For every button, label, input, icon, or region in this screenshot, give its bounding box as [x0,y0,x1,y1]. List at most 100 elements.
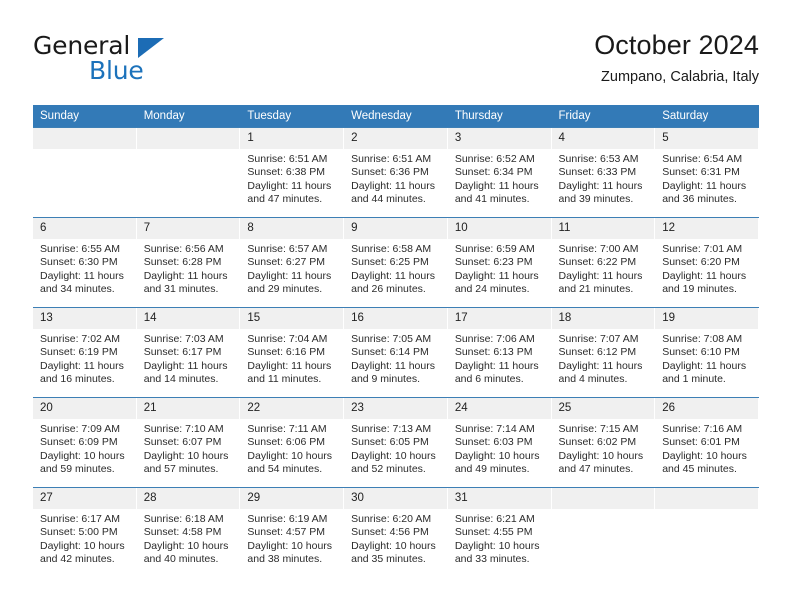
calendar-day-cell[interactable]: 15 Sunrise: 7:04 AM Sunset: 6:16 PM Dayligh… [240,308,345,397]
weekday-header-tuesday: Tuesday [240,105,345,128]
day-number: 11 [551,218,655,239]
daylight-text-line2: and 11 minutes. [247,372,322,385]
daylight-text-line1: Daylight: 11 hours [247,359,332,372]
calendar-day-cell[interactable]: 9 Sunrise: 6:58 AM Sunset: 6:25 PM Daylight… [344,218,448,307]
day-number: 1 [240,128,344,149]
day-details: Sunrise: 7:03 AM Sunset: 6:17 PM Daylight:… [137,329,240,386]
sunrise-text: Sunrise: 6:52 AM [454,153,535,165]
day-details: Sunrise: 6:54 AM Sunset: 6:31 PM Daylight:… [655,149,758,206]
sunrise-text: Sunrise: 7:09 AM [40,423,120,435]
daylight-text-line2: and 36 minutes. [662,192,737,205]
sunrise-text: Sunrise: 7:04 AM [247,333,328,345]
calendar-day-cell[interactable]: 26 Sunrise: 7:16 AM Sunset: 6:01 PM Dayligh… [655,398,759,487]
sunset-text: Sunset: 6:20 PM [662,256,740,269]
sunrise-text: Sunrise: 7:08 AM [662,333,743,345]
sunrise-text: Sunrise: 7:03 AM [143,333,224,345]
logo-triangle-icon [138,38,164,58]
day-details: Sunrise: 6:55 AM Sunset: 6:30 PM Daylight:… [33,239,136,296]
daylight-text-line2: and 40 minutes. [143,552,219,565]
day-number [655,488,758,509]
calendar-day-cell[interactable]: 31 Sunrise: 6:21 AM Sunset: 4:55 PM Dayligh… [447,488,552,577]
sunset-text: Sunset: 6:36 PM [351,166,429,179]
calendar-day-cell[interactable]: 10 Sunrise: 6:59 AM Sunset: 6:23 PM Dayligh… [447,218,552,307]
calendar-day-cell[interactable]: 17 Sunrise: 7:06 AM Sunset: 6:13 PM Dayligh… [447,308,552,397]
calendar-day-cell[interactable]: 13 Sunrise: 7:02 AM Sunset: 6:19 PM Dayligh… [33,308,137,397]
day-number: 24 [447,398,551,419]
calendar-week-row: 13 Sunrise: 7:02 AM Sunset: 6:19 PM Dayligh… [33,307,759,398]
daylight-text-line1: Daylight: 11 hours [143,359,228,372]
calendar-day-cell[interactable]: 2 Sunrise: 6:51 AM Sunset: 6:36 PM Daylight… [344,128,448,217]
calendar-day-cell[interactable]: 1 Sunrise: 6:51 AM Sunset: 6:38 PM Daylight… [240,128,345,217]
calendar-day-cell[interactable]: 3 Sunrise: 6:52 AM Sunset: 6:34 PM Daylight… [447,128,552,217]
calendar-day-cell[interactable]: 5 Sunrise: 6:54 AM Sunset: 6:31 PM Daylight… [655,128,759,217]
daylight-text-line1: Daylight: 11 hours [247,269,332,282]
generalblue-logo[interactable]: General Blue [33,32,273,90]
sunset-text: Sunset: 6:31 PM [662,166,740,179]
day-details: Sunrise: 7:01 AM Sunset: 6:20 PM Daylight:… [655,239,758,296]
calendar-day-cell[interactable]: 21 Sunrise: 7:10 AM Sunset: 6:07 PM Dayligh… [136,398,241,487]
daylight-text-line1: Daylight: 10 hours [143,539,229,552]
day-details: Sunrise: 7:09 AM Sunset: 6:09 PM Daylight:… [33,419,136,476]
day-details: Sunrise: 7:05 AM Sunset: 6:14 PM Daylight:… [344,329,447,386]
sunset-text: Sunset: 6:22 PM [558,256,637,269]
calendar-day-cell[interactable]: 28 Sunrise: 6:18 AM Sunset: 4:58 PM Dayligh… [136,488,241,577]
sunset-text: Sunset: 6:10 PM [662,346,740,359]
sunrise-text: Sunrise: 6:56 AM [143,243,224,255]
calendar-day-cell[interactable]: 8 Sunrise: 6:57 AM Sunset: 6:27 PM Daylight… [240,218,345,307]
day-number: 27 [33,488,136,509]
daylight-text-line1: Daylight: 10 hours [351,449,436,462]
calendar-day-cell[interactable]: 11 Sunrise: 7:00 AM Sunset: 6:22 PM Dayligh… [551,218,656,307]
day-details: Sunrise: 6:17 AM Sunset: 5:00 PM Daylight:… [33,509,136,566]
daylight-text-line2: and 49 minutes. [454,462,530,475]
calendar-day-cell[interactable]: 16 Sunrise: 7:05 AM Sunset: 6:14 PM Dayligh… [344,308,448,397]
day-number: 21 [136,398,240,419]
daylight-text-line2: and 1 minute. [662,372,726,385]
daylight-text-line1: Daylight: 10 hours [247,449,333,462]
calendar-day-cell[interactable]: 4 Sunrise: 6:53 AM Sunset: 6:33 PM Daylight… [551,128,656,217]
sunrise-text: Sunrise: 6:54 AM [662,153,743,165]
daylight-text-line2: and 26 minutes. [351,282,426,295]
day-number: 20 [33,398,136,419]
calendar-day-cell[interactable]: 22 Sunrise: 7:11 AM Sunset: 6:06 PM Dayligh… [240,398,345,487]
calendar-day-cell[interactable]: 7 Sunrise: 6:56 AM Sunset: 6:28 PM Daylight… [136,218,241,307]
calendar-day-cell[interactable]: 6 Sunrise: 6:55 AM Sunset: 6:30 PM Daylight… [33,218,137,307]
calendar-day-cell[interactable]: 24 Sunrise: 7:14 AM Sunset: 6:03 PM Dayligh… [447,398,552,487]
day-number: 17 [447,308,551,329]
sunrise-text: Sunrise: 7:10 AM [143,423,224,435]
calendar-day-cell[interactable]: 30 Sunrise: 6:20 AM Sunset: 4:56 PM Dayligh… [344,488,448,577]
daylight-text-line1: Daylight: 11 hours [351,269,435,282]
day-number: 16 [344,308,447,329]
sunrise-text: Sunrise: 6:20 AM [351,513,432,525]
calendar-day-cell[interactable]: 29 Sunrise: 6:19 AM Sunset: 4:57 PM Dayligh… [240,488,345,577]
sunrise-text: Sunrise: 7:13 AM [351,423,432,435]
day-details: Sunrise: 7:02 AM Sunset: 6:19 PM Daylight:… [33,329,136,386]
sunset-text: Sunset: 4:57 PM [247,526,326,539]
daylight-text-line1: Daylight: 11 hours [40,269,124,282]
sunset-text: Sunset: 6:34 PM [454,166,533,179]
daylight-text-line2: and 57 minutes. [143,462,219,475]
day-details: Sunrise: 6:20 AM Sunset: 4:56 PM Daylight:… [344,509,447,566]
calendar-day-cell[interactable]: 12 Sunrise: 7:01 AM Sunset: 6:20 PM Dayligh… [655,218,759,307]
calendar-day-cell[interactable]: 25 Sunrise: 7:15 AM Sunset: 6:02 PM Dayligh… [551,398,656,487]
daylight-text-line1: Daylight: 10 hours [40,449,125,462]
day-details: Sunrise: 7:16 AM Sunset: 6:01 PM Daylight:… [655,419,758,476]
daylight-text-line1: Daylight: 11 hours [662,269,747,282]
calendar-day-cell[interactable]: 19 Sunrise: 7:08 AM Sunset: 6:10 PM Dayligh… [655,308,759,397]
day-number [33,128,136,149]
sunset-text: Sunset: 6:27 PM [247,256,326,269]
calendar-day-cell[interactable]: 18 Sunrise: 7:07 AM Sunset: 6:12 PM Dayligh… [551,308,656,397]
daylight-text-line1: Daylight: 11 hours [662,179,747,192]
calendar-day-cell[interactable]: 14 Sunrise: 7:03 AM Sunset: 6:17 PM Dayligh… [136,308,241,397]
calendar-week-row: 27 Sunrise: 6:17 AM Sunset: 5:00 PM Dayligh… [33,487,759,577]
calendar-day-cell[interactable]: 20 Sunrise: 7:09 AM Sunset: 6:09 PM Dayligh… [33,398,137,487]
day-number [551,488,655,509]
calendar-day-cell[interactable]: 27 Sunrise: 6:17 AM Sunset: 5:00 PM Dayligh… [33,488,137,577]
daylight-text-line2: and 44 minutes. [351,192,426,205]
calendar-grid: Sunday Monday Tuesday Wednesday Thursday… [33,105,759,577]
calendar-day-cell[interactable]: 23 Sunrise: 7:13 AM Sunset: 6:05 PM Dayligh… [344,398,448,487]
sunrise-text: Sunrise: 6:58 AM [351,243,432,255]
daylight-text-line1: Daylight: 11 hours [662,359,747,372]
day-number: 26 [655,398,758,419]
daylight-text-line2: and 21 minutes. [558,282,634,295]
daylight-text-line1: Daylight: 11 hours [351,179,435,192]
